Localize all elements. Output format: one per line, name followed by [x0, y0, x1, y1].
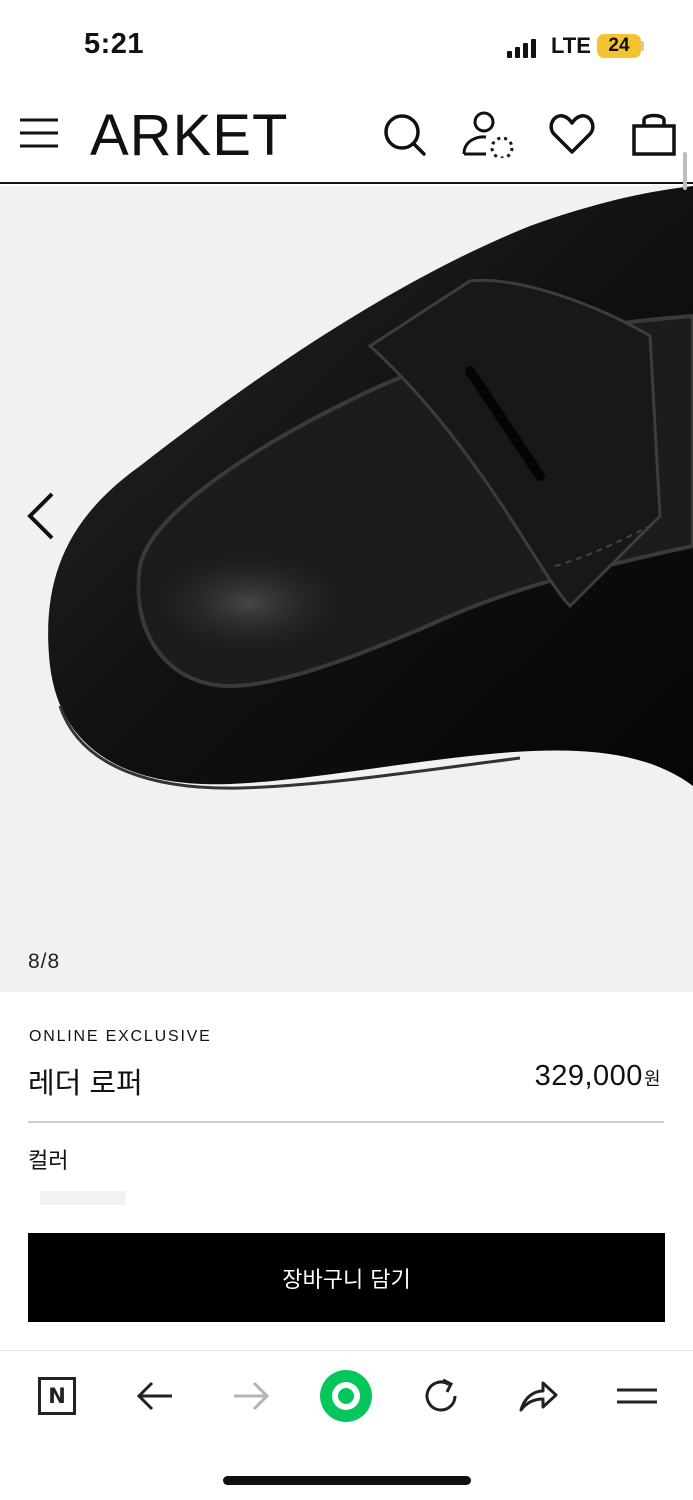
price-value: 329,000	[534, 1060, 643, 1092]
product-price: 329,000원	[535, 1060, 661, 1093]
divider	[28, 1121, 664, 1123]
account-icon[interactable]	[460, 110, 518, 158]
home-indicator[interactable]	[223, 1476, 471, 1485]
network-label: LTE	[551, 33, 591, 58]
product-image	[48, 186, 693, 790]
battery-cap	[641, 41, 644, 51]
search-icon[interactable]	[380, 110, 428, 158]
signal-icon	[507, 39, 536, 58]
forward-arrow-icon[interactable]	[228, 1373, 274, 1419]
online-exclusive-badge: ONLINE EXCLUSIVE	[29, 1028, 212, 1045]
color-label: 컬러	[28, 1148, 69, 1173]
site-header: ARKET	[0, 90, 693, 184]
naver-home-icon[interactable]: N	[34, 1373, 80, 1419]
chevron-left-icon[interactable]	[22, 488, 62, 544]
heart-icon[interactable]	[548, 110, 596, 158]
reload-icon[interactable]	[418, 1373, 464, 1419]
hamburger-icon[interactable]	[612, 1373, 662, 1419]
menu-icon[interactable]	[18, 112, 60, 154]
product-name: 레더 로퍼	[28, 1068, 143, 1100]
share-icon[interactable]	[515, 1373, 561, 1419]
brand-logo[interactable]: ARKET	[90, 102, 288, 169]
browser-toolbar: N	[0, 1350, 693, 1440]
green-dot-icon[interactable]	[318, 1368, 374, 1424]
scrollbar[interactable]	[683, 152, 687, 190]
naver-logo: N	[38, 1377, 76, 1415]
price-currency: 원	[643, 1069, 661, 1089]
status-time: 5:21	[84, 28, 145, 60]
status-bar: 5:21 LTE 24	[0, 0, 693, 90]
battery-icon: 24	[597, 34, 641, 58]
product-image-gallery[interactable]: 8/8	[0, 186, 693, 992]
color-swatch[interactable]	[40, 1191, 126, 1205]
back-arrow-icon[interactable]	[132, 1373, 178, 1419]
image-counter: 8/8	[28, 950, 61, 973]
add-to-cart-button[interactable]: 장바구니 담기	[28, 1233, 665, 1322]
bag-icon[interactable]	[630, 110, 678, 158]
